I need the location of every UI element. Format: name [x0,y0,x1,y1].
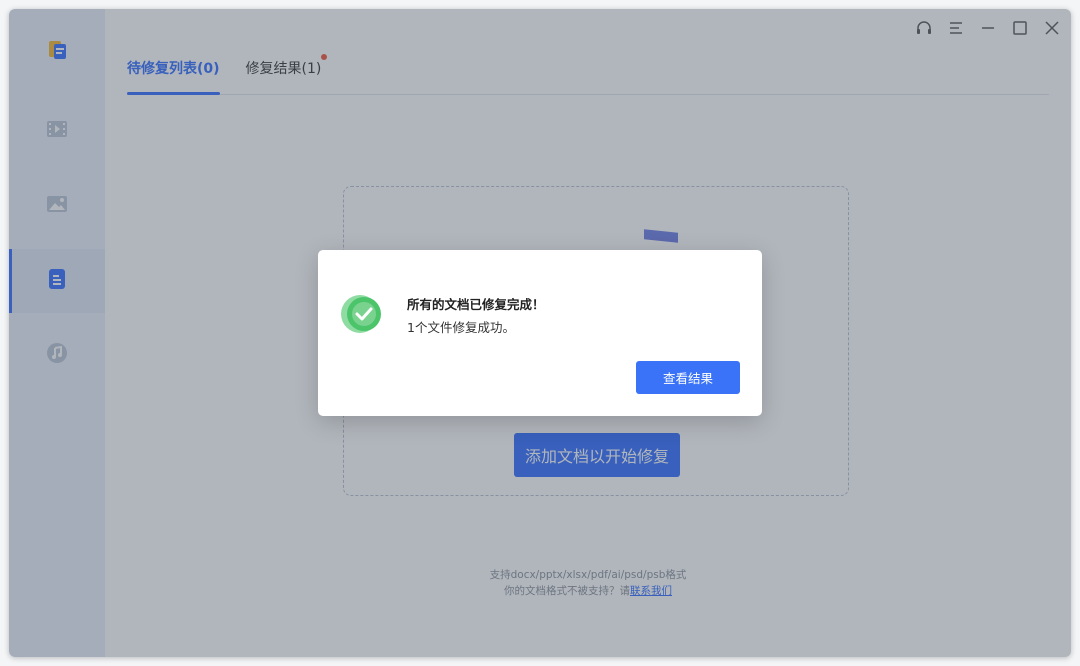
success-check-icon [340,292,384,336]
view-results-button[interactable]: 查看结果 [636,361,740,394]
dialog-message: 1个文件修复成功。 [407,320,515,335]
dialog-title: 所有的文档已修复完成！ [407,297,545,312]
completion-dialog: 所有的文档已修复完成！ 1个文件修复成功。 查看结果 [318,250,762,416]
